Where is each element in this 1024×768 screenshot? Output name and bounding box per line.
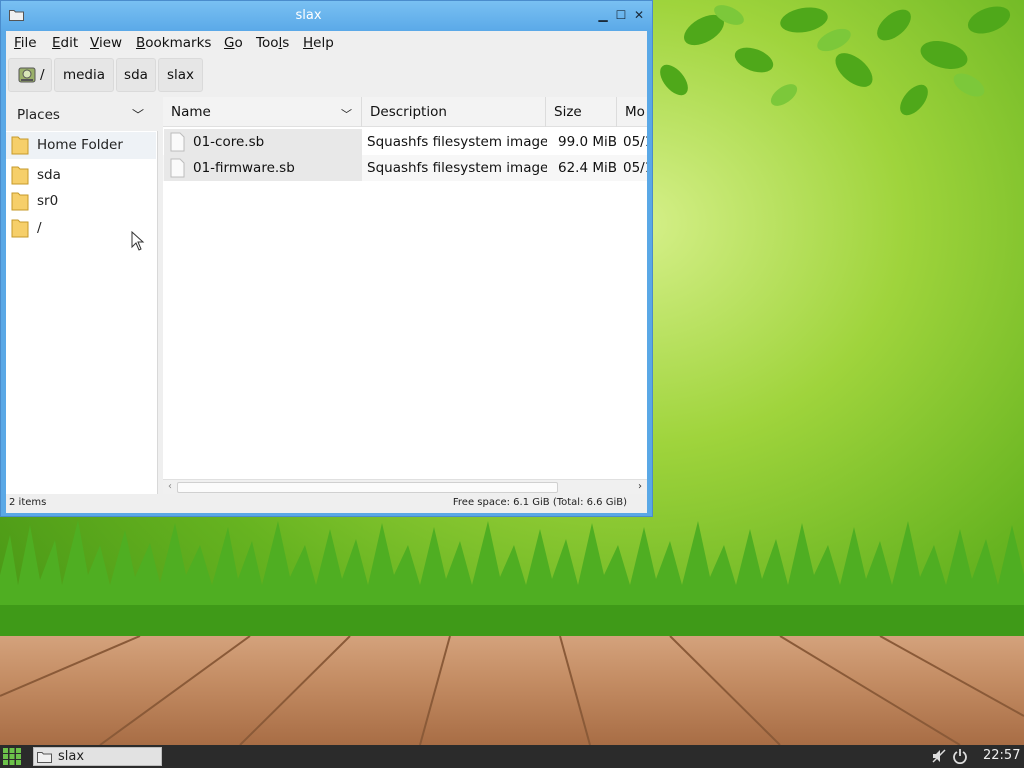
path-segment-root[interactable]: / (8, 58, 52, 92)
path-segment-sda[interactable]: sda (116, 58, 156, 92)
file-manager-window: slax ▁ ☐ ✕ File Edit View Bookmarks Go T… (0, 0, 653, 517)
file-icon (170, 158, 185, 178)
sidebar-item-home-folder[interactable]: Home Folder (6, 132, 156, 159)
file-name-cell: 01-core.sb (164, 129, 362, 155)
column-header-description[interactable]: Description (362, 97, 546, 127)
minimize-button[interactable]: ▁ (595, 7, 611, 23)
file-list: Name ﹀ Description Size Mo 01-core.sb Sq… (163, 97, 647, 494)
menu-go[interactable]: Go (224, 35, 243, 51)
folder-icon (37, 752, 52, 763)
path-segment-media[interactable]: media (54, 58, 114, 92)
column-header-size[interactable]: Size (546, 97, 617, 127)
folder-icon (11, 192, 29, 211)
file-description-cell: Squashfs filesystem image (367, 160, 547, 176)
places-label: Places (17, 107, 60, 123)
sidebar-item-label: / (37, 220, 42, 236)
menu-help[interactable]: Help (303, 35, 334, 51)
taskbar-item-slax[interactable]: slax (33, 747, 162, 766)
pane-splitter[interactable]: ⋮ (159, 289, 168, 299)
folder-icon (11, 219, 29, 238)
folder-icon (11, 166, 29, 185)
menu-edit[interactable]: Edit (52, 35, 78, 51)
places-dropdown[interactable]: Places ﹀ (6, 97, 158, 131)
start-menu-icon[interactable] (2, 747, 22, 766)
menu-bookmarks[interactable]: Bookmarks (136, 35, 211, 51)
leaves-decoration (660, 5, 1011, 116)
file-modified-cell: 05/1 (623, 134, 647, 150)
close-button[interactable]: ✕ (631, 7, 647, 23)
file-description-cell: Squashfs filesystem image (367, 134, 547, 150)
places-sidebar: Places ﹀ Home Folder sda sr0 / (6, 97, 158, 494)
clock: 22:57 (983, 748, 1021, 763)
table-row[interactable]: 01-core.sb Squashfs filesystem image 99.… (163, 129, 647, 155)
scrollbar-thumb[interactable] (177, 482, 558, 493)
drive-icon (18, 67, 36, 83)
column-headers: Name ﹀ Description Size Mo (163, 97, 647, 127)
table-row[interactable]: 01-firmware.sb Squashfs filesystem image… (163, 155, 647, 181)
menu-view[interactable]: View (90, 35, 122, 51)
column-header-name[interactable]: Name (163, 97, 362, 127)
menu-file[interactable]: File (14, 35, 37, 51)
power-icon[interactable] (952, 748, 968, 764)
sidebar-item-label: sda (37, 167, 61, 183)
item-count: 2 items (9, 497, 47, 508)
taskbar: slax 22:57 (0, 745, 1024, 768)
sidebar-item-sr0[interactable]: sr0 (6, 188, 156, 215)
chevron-down-icon: ﹀ (132, 108, 145, 122)
scroll-left-icon[interactable]: ‹ (163, 480, 177, 494)
grass-decoration (0, 520, 1024, 645)
path-segment-slax[interactable]: slax (158, 58, 203, 92)
mouse-cursor-icon (131, 231, 145, 251)
wooden-floor-decoration (0, 636, 1024, 745)
menubar: File Edit View Bookmarks Go Tools Help (6, 31, 647, 55)
menu-tools[interactable]: Tools (256, 35, 289, 51)
sort-chevron-down-icon: ﹀ (341, 108, 352, 121)
file-size-cell: 99.0 MiB (558, 134, 618, 150)
scroll-right-icon[interactable]: › (633, 480, 647, 494)
sidebar-item-label: sr0 (37, 193, 59, 209)
maximize-button[interactable]: ☐ (613, 7, 629, 23)
path-bar: / media sda slax (6, 57, 647, 95)
folder-icon (11, 136, 29, 155)
file-icon (170, 132, 185, 152)
sidebar-item-sda[interactable]: sda (6, 162, 156, 189)
window-client-area: File Edit View Bookmarks Go Tools Help /… (6, 31, 647, 513)
file-modified-cell: 05/1 (623, 160, 647, 176)
volume-muted-icon[interactable] (932, 749, 946, 763)
taskbar-item-label: slax (58, 749, 85, 764)
free-space: Free space: 6.1 GiB (Total: 6.6 GiB) (452, 497, 627, 508)
window-titlebar[interactable]: slax ▁ ☐ ✕ (1, 1, 652, 31)
sidebar-item-label: Home Folder (37, 137, 123, 153)
status-bar: 2 items Free space: 6.1 GiB (Total: 6.6 … (6, 494, 647, 513)
file-size-cell: 62.4 MiB (558, 160, 618, 176)
file-name-cell: 01-firmware.sb (164, 155, 362, 181)
window-title: slax (295, 8, 322, 23)
horizontal-scrollbar[interactable]: ‹ › (163, 479, 647, 494)
column-header-modified[interactable]: Mo (617, 97, 647, 127)
